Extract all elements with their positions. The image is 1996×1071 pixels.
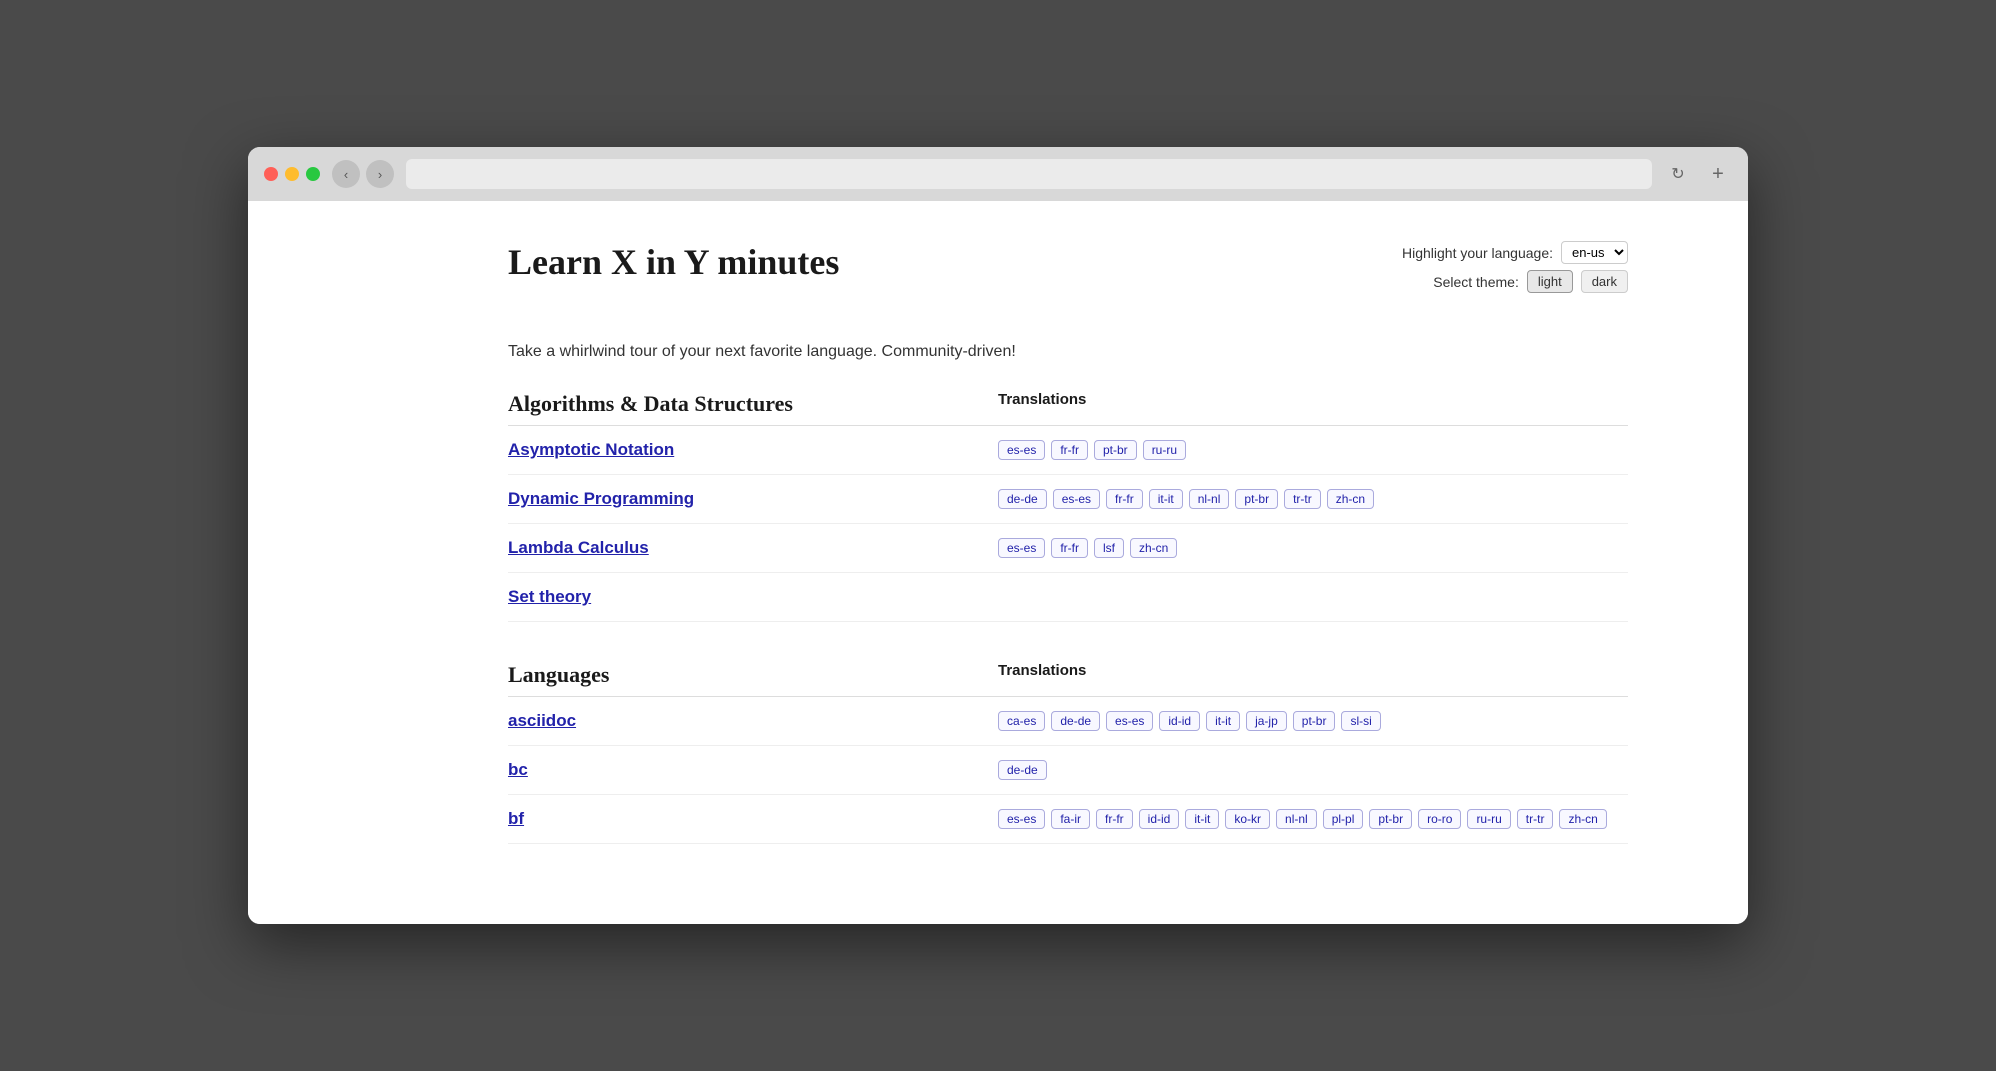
tag-ca-es[interactable]: ca-es: [998, 711, 1045, 731]
minimize-dot[interactable]: [285, 167, 299, 181]
tag-zh-cn[interactable]: zh-cn: [1559, 809, 1606, 829]
tag-es-es[interactable]: es-es: [998, 809, 1045, 829]
tag-ko-kr[interactable]: ko-kr: [1225, 809, 1270, 829]
algorithms-section-header: Algorithms & Data Structures Translation…: [508, 391, 1628, 426]
algorithms-section-title: Algorithms & Data Structures: [508, 391, 988, 417]
maximize-dot[interactable]: [306, 167, 320, 181]
tag-it-it[interactable]: it-it: [1206, 711, 1240, 731]
asciidoc-tags: ca-es de-de es-es id-id it-it ja-jp pt-b…: [988, 711, 1628, 731]
tag-fr-fr[interactable]: fr-fr: [1051, 440, 1088, 460]
highlight-lang-row: Highlight your language: en-us: [1402, 241, 1628, 264]
tag-es-es[interactable]: es-es: [998, 440, 1045, 460]
tag-ja-jp[interactable]: ja-jp: [1246, 711, 1287, 731]
table-row: Dynamic Programming de-de es-es fr-fr it…: [508, 475, 1628, 524]
bf-tags: es-es fa-ir fr-fr id-id it-it ko-kr nl-n…: [988, 809, 1628, 829]
tag-id-id[interactable]: id-id: [1159, 711, 1200, 731]
table-row: Set theory: [508, 573, 1628, 622]
tagline: Take a whirlwind tour of your next favor…: [508, 343, 1628, 361]
browser-chrome: ‹ › ↻ +: [248, 147, 1748, 201]
dynamic-programming-link[interactable]: Dynamic Programming: [508, 489, 988, 509]
tag-nl-nl[interactable]: nl-nl: [1189, 489, 1230, 509]
tag-zh-cn[interactable]: zh-cn: [1130, 538, 1177, 558]
table-row: Asymptotic Notation es-es fr-fr pt-br ru…: [508, 426, 1628, 475]
dynamic-programming-tags: de-de es-es fr-fr it-it nl-nl pt-br tr-t…: [988, 489, 1628, 509]
tag-ro-ro[interactable]: ro-ro: [1418, 809, 1461, 829]
tag-fa-ir[interactable]: fa-ir: [1051, 809, 1090, 829]
asymptotic-notation-tags: es-es fr-fr pt-br ru-ru: [988, 440, 1628, 460]
asymptotic-notation-link[interactable]: Asymptotic Notation: [508, 440, 988, 460]
tag-ru-ru[interactable]: ru-ru: [1143, 440, 1186, 460]
tag-pt-br[interactable]: pt-br: [1369, 809, 1412, 829]
tag-fr-fr[interactable]: fr-fr: [1106, 489, 1143, 509]
asciidoc-link[interactable]: asciidoc: [508, 711, 988, 731]
close-dot[interactable]: [264, 167, 278, 181]
bc-tags: de-de: [988, 760, 1628, 780]
algorithms-translations-header: Translations: [988, 391, 1628, 417]
tag-pt-br[interactable]: pt-br: [1235, 489, 1278, 509]
tag-es-es[interactable]: es-es: [1053, 489, 1100, 509]
forward-button[interactable]: ›: [366, 160, 394, 188]
tag-pt-br[interactable]: pt-br: [1293, 711, 1336, 731]
tag-fr-fr[interactable]: fr-fr: [1051, 538, 1088, 558]
theme-light-button[interactable]: light: [1527, 270, 1573, 293]
tag-lsf[interactable]: lsf: [1094, 538, 1124, 558]
tag-es-es[interactable]: es-es: [1106, 711, 1153, 731]
tag-tr-tr[interactable]: tr-tr: [1284, 489, 1321, 509]
tag-tr-tr[interactable]: tr-tr: [1517, 809, 1554, 829]
theme-label: Select theme:: [1433, 274, 1519, 290]
browser-window: ‹ › ↻ + Learn X in Y minutes Highlight y…: [248, 147, 1748, 924]
bc-link[interactable]: bc: [508, 760, 988, 780]
languages-section: Languages Translations asciidoc ca-es de…: [508, 662, 1628, 844]
tag-de-de[interactable]: de-de: [998, 489, 1047, 509]
browser-dots: [264, 167, 320, 181]
tag-ru-ru[interactable]: ru-ru: [1467, 809, 1510, 829]
tag-de-de[interactable]: de-de: [998, 760, 1047, 780]
address-bar[interactable]: [406, 159, 1652, 189]
tag-sl-si[interactable]: sl-si: [1341, 711, 1380, 731]
table-row: bf es-es fa-ir fr-fr id-id it-it ko-kr n…: [508, 795, 1628, 844]
theme-row: Select theme: light dark: [1402, 270, 1628, 293]
languages-section-header: Languages Translations: [508, 662, 1628, 697]
tag-fr-fr[interactable]: fr-fr: [1096, 809, 1133, 829]
new-tab-button[interactable]: +: [1704, 160, 1732, 188]
theme-dark-button[interactable]: dark: [1581, 270, 1628, 293]
tag-nl-nl[interactable]: nl-nl: [1276, 809, 1317, 829]
tag-pl-pl[interactable]: pl-pl: [1323, 809, 1364, 829]
bf-link[interactable]: bf: [508, 809, 988, 829]
language-select[interactable]: en-us: [1561, 241, 1628, 264]
tag-it-it[interactable]: it-it: [1149, 489, 1183, 509]
tag-es-es[interactable]: es-es: [998, 538, 1045, 558]
browser-nav: ‹ ›: [332, 160, 394, 188]
algorithms-section: Algorithms & Data Structures Translation…: [508, 391, 1628, 622]
highlight-lang-label: Highlight your language:: [1402, 245, 1553, 261]
refresh-button[interactable]: ↻: [1664, 160, 1692, 188]
tag-it-it[interactable]: it-it: [1185, 809, 1219, 829]
tag-zh-cn[interactable]: zh-cn: [1327, 489, 1374, 509]
page-content: Learn X in Y minutes Highlight your lang…: [248, 201, 1748, 924]
tag-de-de[interactable]: de-de: [1051, 711, 1100, 731]
lambda-calculus-link[interactable]: Lambda Calculus: [508, 538, 988, 558]
table-row: asciidoc ca-es de-de es-es id-id it-it j…: [508, 697, 1628, 746]
table-row: Lambda Calculus es-es fr-fr lsf zh-cn: [508, 524, 1628, 573]
tag-id-id[interactable]: id-id: [1139, 809, 1180, 829]
lambda-calculus-tags: es-es fr-fr lsf zh-cn: [988, 538, 1628, 558]
set-theory-link[interactable]: Set theory: [508, 587, 988, 607]
top-controls: Highlight your language: en-us Select th…: [1402, 241, 1628, 293]
table-row: bc de-de: [508, 746, 1628, 795]
back-button[interactable]: ‹: [332, 160, 360, 188]
languages-translations-header: Translations: [988, 662, 1628, 688]
tag-pt-br[interactable]: pt-br: [1094, 440, 1137, 460]
languages-section-title: Languages: [508, 662, 988, 688]
